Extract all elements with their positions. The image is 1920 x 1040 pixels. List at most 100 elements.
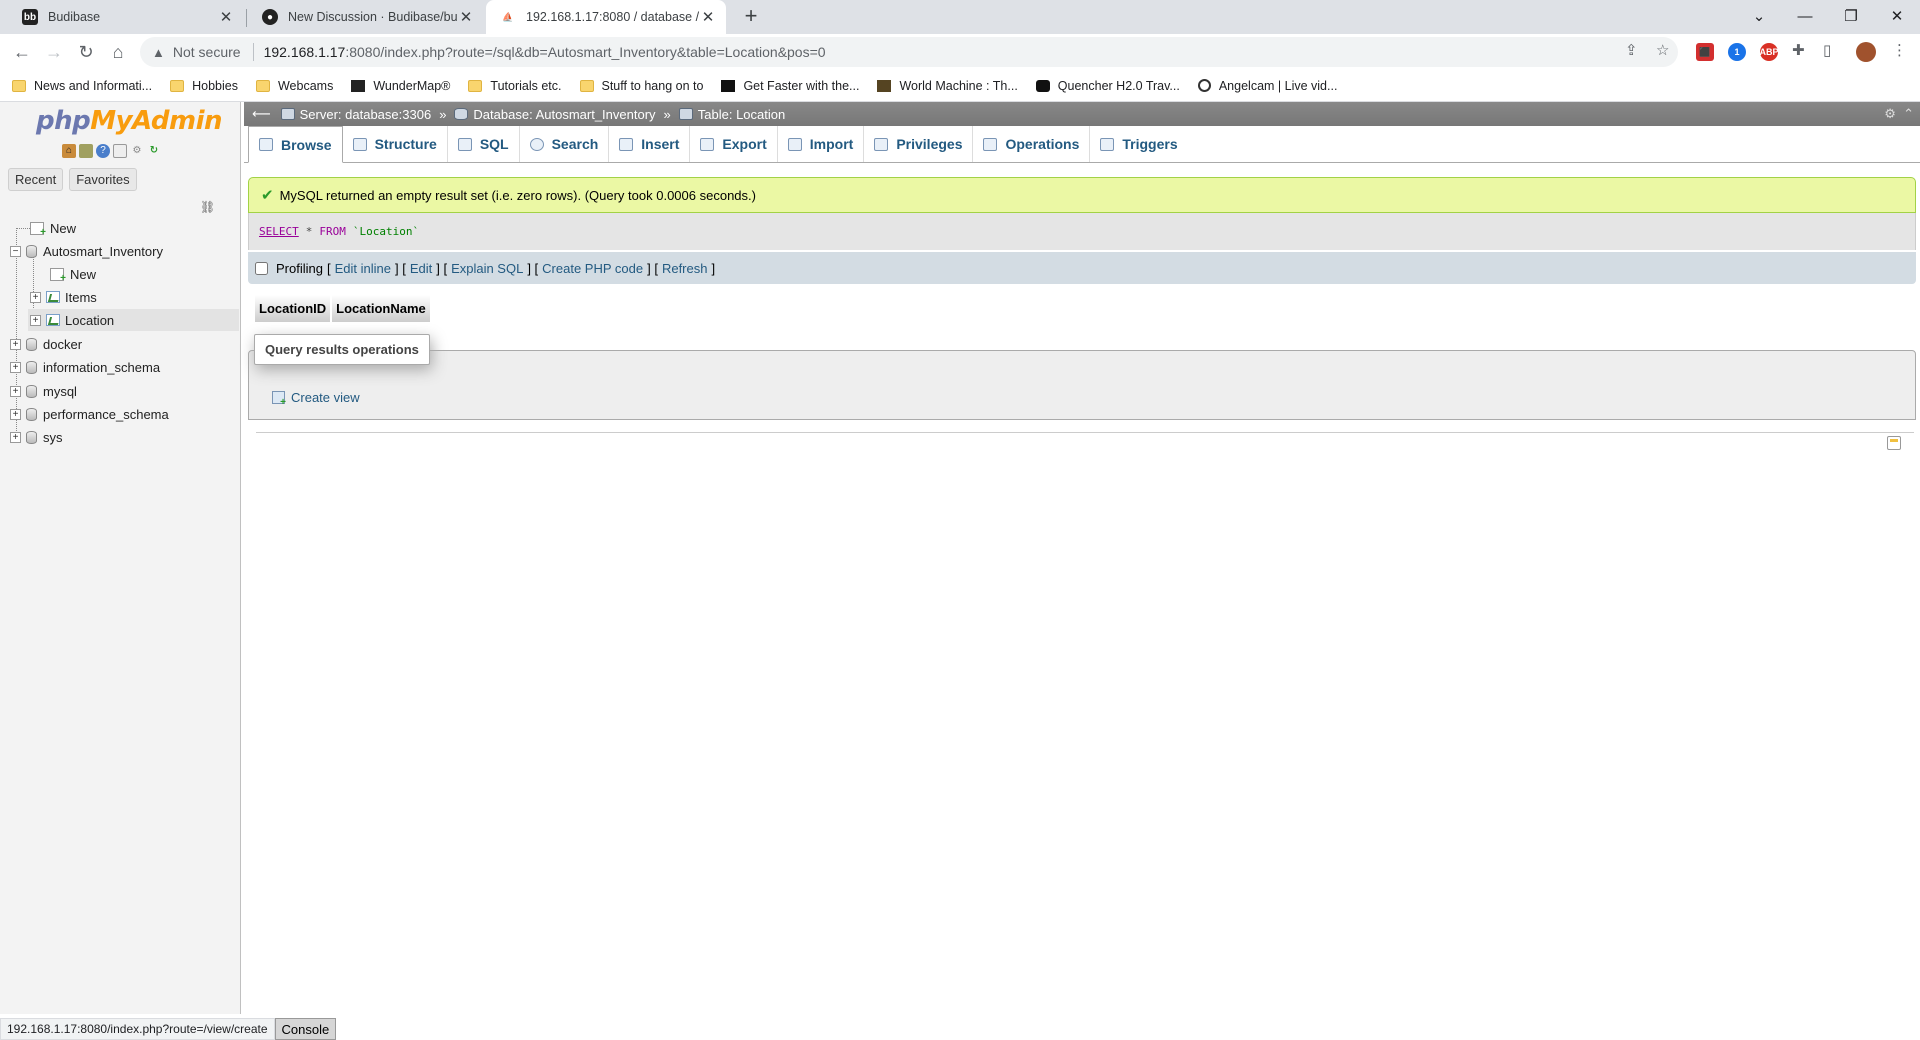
close-window-button[interactable]: ✕ [1874,0,1920,32]
bookmark-tutorials[interactable]: Tutorials etc. [468,79,562,93]
documentation-icon[interactable] [113,144,127,158]
recent-button[interactable]: Recent [8,168,64,191]
tree-label: Autosmart_Inventory [43,243,163,259]
home-button[interactable]: ⌂ [104,38,132,66]
create-php-code-link[interactable]: Create PHP code [542,261,643,276]
tree-db-information-schema[interactable]: + information_schema [10,356,160,378]
tab-operations[interactable]: Operations [973,126,1091,162]
collapse-nav-icon[interactable]: ⟵ [252,106,271,122]
collapse-icon[interactable]: − [10,245,21,257]
help-icon[interactable]: ? [96,144,110,158]
tree-new-table[interactable]: New [50,263,96,285]
bookmark-webcams[interactable]: Webcams [255,79,333,93]
breadcrumb-server[interactable]: Server: database:3306 [280,107,431,122]
profiling-checkbox[interactable] [255,261,268,275]
collapse-top-icon[interactable]: ⌃ [1903,106,1914,121]
settings-gear-icon[interactable]: ⚙ [1884,106,1896,121]
expand-icon[interactable]: + [10,338,21,350]
tree-db-performance-schema[interactable]: + performance_schema [10,403,169,425]
tab-phpmyadmin[interactable]: ⛵ 192.168.1.17:8080 / database / A ✕ [486,0,726,34]
tree-table-items[interactable]: + Items [30,286,97,308]
expand-icon[interactable]: + [30,314,41,326]
1password-extension-icon[interactable]: 1 [1728,43,1746,61]
extensions-puzzle-icon[interactable]: ✚ [1792,41,1805,59]
explain-sql-link[interactable]: Explain SQL [451,261,523,276]
tab-budibase[interactable]: bb Budibase ✕ [8,0,244,34]
create-view-label: Create view [291,390,360,405]
bookmark-angelcam[interactable]: Angelcam | Live vid... [1197,79,1337,93]
tree-db-docker[interactable]: + docker [10,333,82,355]
pdf-extension-icon[interactable]: ⬛ [1696,43,1714,61]
menu-kebab-icon[interactable]: ⋮ [1892,41,1907,59]
tab-insert[interactable]: Insert [609,126,691,162]
tree-db-autosmart-inventory[interactable]: − Autosmart_Inventory [10,240,163,262]
tree-table-location[interactable]: + Location [28,309,239,331]
tab-triggers[interactable]: Triggers [1090,126,1187,162]
not-secure-label[interactable]: Not secure [173,44,241,60]
bookmark-hobbies[interactable]: Hobbies [170,79,238,93]
tree-db-sys[interactable]: + sys [10,426,63,448]
reload-button[interactable]: ↻ [72,38,100,66]
address-bar[interactable]: ▲ Not secure 192.168.1.17:8080/index.php… [140,37,1678,67]
bookmark-news[interactable]: News and Informati... [12,79,152,93]
bookmark-query-icon[interactable] [1887,436,1901,450]
breadcrumb-table[interactable]: Table: Location [678,107,785,122]
back-button[interactable]: ← [8,38,36,66]
adblock-extension-icon[interactable]: ABP [1760,43,1779,61]
create-view-link[interactable]: Create view [272,390,360,408]
sql-select-keyword[interactable]: SELECT [259,225,299,238]
expand-icon[interactable]: + [10,361,21,373]
edit-inline-link[interactable]: Edit inline [335,261,391,276]
phpmyadmin-logo[interactable]: phpMyAdmin [36,106,223,136]
close-icon[interactable]: ✕ [458,8,474,26]
column-header-locationname[interactable]: LocationName [331,294,431,323]
tree-new-database[interactable]: New [30,217,76,239]
bookmark-wundermap[interactable]: WunderMap® [351,79,450,93]
expand-icon[interactable]: + [30,291,41,303]
edit-link[interactable]: Edit [410,261,432,276]
tab-search[interactable]: Search [520,126,610,162]
restore-button[interactable]: ❐ [1828,0,1874,32]
tab-structure[interactable]: Structure [343,126,448,162]
expand-icon[interactable]: + [10,385,21,397]
console-button[interactable]: Console [274,1018,337,1040]
refresh-link[interactable]: Refresh [662,261,708,276]
tab-browse[interactable]: Browse [248,126,343,163]
bookmark-star-icon[interactable]: ☆ [1656,41,1669,59]
database-icon [26,244,37,258]
forward-button[interactable]: → [40,38,68,66]
search-icon [529,137,544,151]
tree-db-mysql[interactable]: + mysql [10,380,77,402]
tab-sql[interactable]: SQL [448,126,520,162]
tab-search-icon[interactable]: ⌄ [1736,0,1782,32]
expand-icon[interactable]: + [10,431,21,443]
bookmark-world-machine[interactable]: World Machine : Th... [877,79,1018,93]
share-icon[interactable]: ⇪ [1625,41,1638,59]
column-header-locationid[interactable]: LocationID [254,294,332,323]
expand-icon[interactable]: + [10,408,21,420]
profile-avatar[interactable] [1856,42,1876,62]
close-icon[interactable]: ✕ [700,8,716,26]
server-icon [280,108,295,120]
tab-import[interactable]: Import [778,126,865,162]
bookmark-quencher[interactable]: Quencher H2.0 Trav... [1035,79,1180,93]
home-icon[interactable]: ⌂ [62,144,76,158]
minimize-button[interactable]: — [1782,0,1828,32]
favorites-button[interactable]: Favorites [69,168,137,191]
breadcrumb-database[interactable]: Database: Autosmart_Inventory [454,107,656,122]
reload-nav-icon[interactable]: ↻ [147,144,161,158]
link-with-main-icon[interactable]: ⛓ [200,200,215,214]
checkmark-icon: ✔ [261,187,274,204]
tab-title: 192.168.1.17:8080 / database / A [526,10,700,24]
bookmark-stuff[interactable]: Stuff to hang on to [579,79,703,93]
bookmark-get-faster[interactable]: Get Faster with the... [721,79,859,93]
logout-icon[interactable] [79,144,93,158]
tab-github-discussion[interactable]: ● New Discussion · Budibase/budib ✕ [248,0,484,34]
side-panel-icon[interactable]: ▯ [1823,41,1831,59]
new-tab-button[interactable]: + [738,4,764,30]
tab-title: Budibase [48,10,101,24]
close-icon[interactable]: ✕ [218,8,234,26]
settings-icon[interactable]: ⚙ [130,144,144,158]
tab-export[interactable]: Export [690,126,778,162]
tab-privileges[interactable]: Privileges [864,126,974,162]
